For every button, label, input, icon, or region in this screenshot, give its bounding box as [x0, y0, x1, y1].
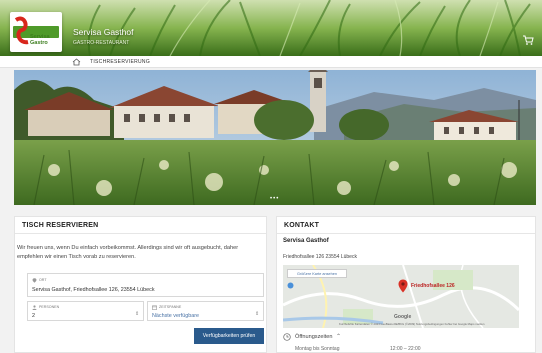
map-attribution: Kurzbefehle Kartendaten © 2023 GeoBasis-… — [339, 322, 485, 326]
time-label: ZEITSPANNE — [159, 305, 182, 309]
logo-text: Servisa Gastro — [30, 34, 50, 46]
home-icon[interactable] — [72, 58, 81, 66]
person-icon — [32, 305, 37, 310]
google-logo: Google — [394, 314, 412, 320]
larger-map-link[interactable]: Größere Karte ansehen — [287, 269, 347, 278]
time-value: Nächste verfügbare — [152, 313, 200, 319]
contact-address: Friedhofsallee 126 23554 Lübeck — [283, 254, 357, 260]
location-value: Servisa Gasthof, Friedhofsallee 126, 235… — [32, 287, 155, 293]
hero-image — [14, 70, 536, 205]
shopping-cart-icon[interactable] — [522, 34, 534, 46]
persons-field[interactable]: PERSONEN 2 ⇕ — [27, 301, 144, 321]
calendar-icon — [152, 305, 157, 310]
brand-logo[interactable]: Servisa Gastro — [10, 12, 62, 52]
header-banner: Servisa Gastro Servisa Gasthof GASTRO-RE… — [0, 0, 542, 56]
opening-hours-days: Montag bis Sonntag — [295, 346, 340, 352]
reservation-intro-text: Wir freuen uns, wenn Du einfach vorbeiko… — [17, 245, 239, 260]
divider — [15, 233, 266, 234]
clock-icon — [283, 333, 291, 341]
opening-hours-toggle-icon[interactable]: ⌃ — [336, 333, 341, 340]
location-field[interactable]: ORT Servisa Gasthof, Friedhofsallee 126,… — [27, 273, 264, 297]
location-pin-icon — [32, 278, 37, 283]
check-availability-button[interactable]: Verfügbarkeiten prüfen — [194, 328, 264, 344]
persons-label: PERSONEN — [39, 305, 60, 309]
page: Servisa Gastro Servisa Gasthof GASTRO-RE… — [0, 0, 542, 353]
village-landscape-image — [14, 70, 536, 205]
nav-bar: TISCHRESERVIERUNG — [0, 56, 542, 68]
app-title: Servisa Gasthof — [73, 27, 134, 37]
map-pin-icon[interactable] — [398, 279, 408, 293]
map-marker-small-icon — [287, 282, 294, 289]
divider — [277, 233, 535, 234]
time-field[interactable]: ZEITSPANNE Nächste verfügbare ⇕ — [147, 301, 264, 321]
nav-item-tischreservierung[interactable]: TISCHRESERVIERUNG — [90, 59, 150, 65]
opening-hours-label: Öffnungszeiten — [295, 334, 333, 340]
contact-heading: KONTAKT — [284, 222, 320, 229]
opening-hours-time: 12:00 – 22:00 — [390, 346, 421, 352]
persons-value: 2 — [32, 313, 35, 319]
persons-stepper-icon: ⇕ — [135, 311, 140, 317]
location-label: ORT — [39, 278, 47, 282]
app-subtitle: GASTRO-RESTAURANT — [73, 40, 130, 46]
embedded-map[interactable]: Größere Karte ansehen Friedhofsallee 126… — [283, 265, 519, 328]
time-stepper-icon: ⇕ — [255, 311, 260, 317]
map-pin-label: Friedhofsallee 126 — [411, 283, 455, 289]
contact-name: Servisa Gasthof — [283, 238, 329, 244]
carousel-dots[interactable]: ••• — [270, 196, 279, 202]
reservation-heading: TISCH RESERVIEREN — [22, 222, 99, 229]
